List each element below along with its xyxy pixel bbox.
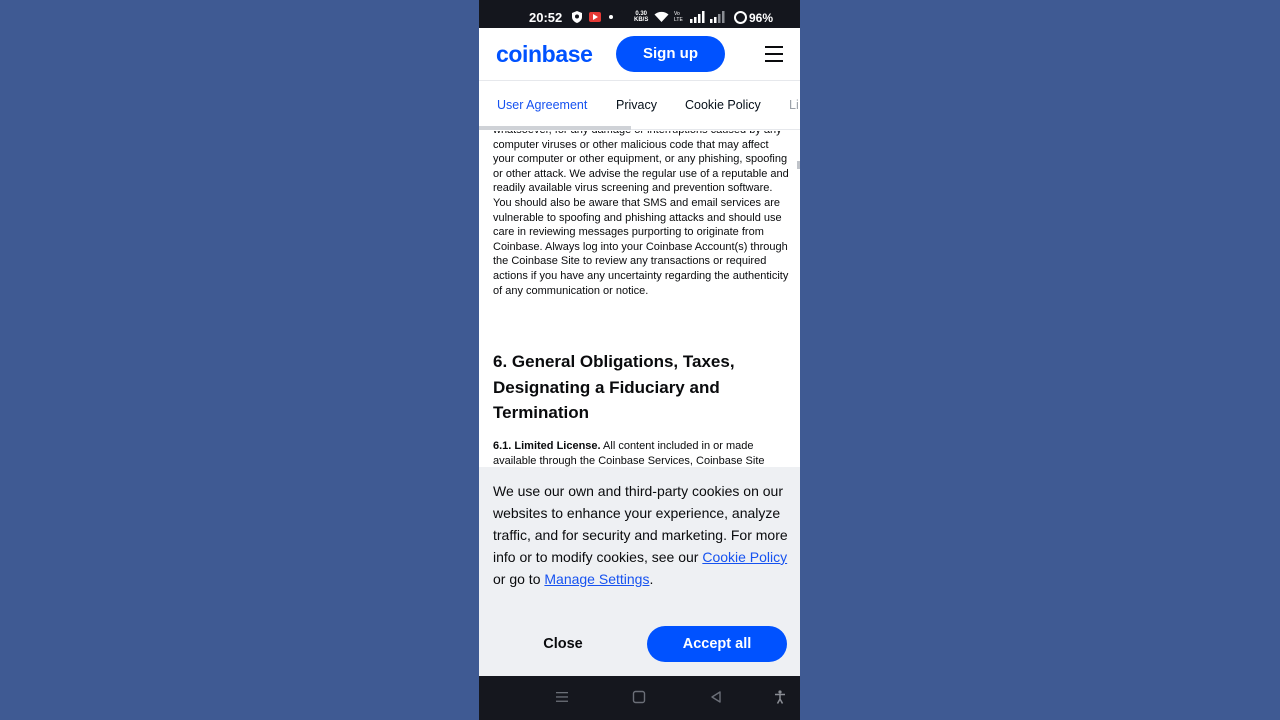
section-heading: 6. General Obligations, Taxes, Designati… bbox=[493, 352, 735, 422]
subsection-label: 6.1. Limited License. bbox=[493, 440, 601, 452]
hamburger-menu-icon[interactable] bbox=[765, 46, 783, 62]
signal-strength-2-icon bbox=[710, 11, 725, 23]
home-icon[interactable] bbox=[632, 690, 646, 704]
agreement-content[interactable]: whatsoever, for any damage or interrupti… bbox=[479, 131, 800, 467]
volte-bottom: LTE bbox=[674, 17, 683, 23]
cookie-policy-link[interactable]: Cookie Policy bbox=[702, 549, 787, 565]
android-nav-bar bbox=[479, 676, 800, 720]
scrollbar[interactable] bbox=[797, 161, 800, 169]
sign-up-button[interactable]: Sign up bbox=[616, 36, 725, 72]
back-icon[interactable] bbox=[709, 690, 723, 704]
coinbase-logo[interactable]: coinbase bbox=[496, 40, 593, 68]
cookie-message: We use our own and third-party cookies o… bbox=[493, 481, 789, 591]
tab-partial[interactable]: Li bbox=[789, 97, 799, 113]
network-speed: 0.30 KB/S bbox=[634, 11, 648, 23]
accessibility-icon[interactable] bbox=[773, 690, 787, 704]
agreement-paragraph: whatsoever, for any damage or interrupti… bbox=[493, 131, 789, 297]
status-bar: 20:52 0.30 KB/S Vo LTE 96% bbox=[479, 0, 800, 28]
recent-apps-icon[interactable] bbox=[555, 690, 569, 704]
phone-screen: 20:52 0.30 KB/S Vo LTE 96% coinbase Sign… bbox=[479, 0, 800, 720]
tab-scroll-indicator bbox=[479, 126, 631, 130]
cookie-text-after: . bbox=[649, 570, 654, 587]
status-time: 20:52 bbox=[529, 10, 563, 25]
net-speed-unit: KB/S bbox=[634, 17, 649, 23]
cookie-text-middle: or go to bbox=[493, 570, 545, 587]
cookie-banner: We use our own and third-party cookies o… bbox=[479, 467, 800, 676]
legal-tabs: User Agreement Privacy Cookie Policy Li bbox=[479, 82, 800, 130]
shield-icon bbox=[572, 11, 582, 23]
wifi-icon bbox=[654, 11, 669, 22]
notification-dot-icon bbox=[609, 15, 613, 19]
accept-all-button[interactable]: Accept all bbox=[647, 626, 787, 662]
tab-user-agreement[interactable]: User Agreement bbox=[497, 97, 587, 113]
youtube-icon bbox=[589, 12, 601, 22]
site-header: coinbase Sign up bbox=[479, 28, 800, 81]
close-button[interactable]: Close bbox=[513, 626, 613, 662]
volte-indicator: Vo LTE bbox=[674, 11, 683, 23]
subsection-paragraph: 6.1. Limited License. All content includ… bbox=[493, 439, 791, 467]
battery-icon bbox=[734, 11, 747, 24]
manage-settings-link[interactable]: Manage Settings bbox=[544, 571, 649, 587]
tab-privacy[interactable]: Privacy bbox=[616, 97, 657, 113]
signal-strength-icon bbox=[690, 11, 705, 23]
tab-cookie-policy[interactable]: Cookie Policy bbox=[685, 97, 761, 113]
battery-percent: 96% bbox=[749, 11, 774, 25]
